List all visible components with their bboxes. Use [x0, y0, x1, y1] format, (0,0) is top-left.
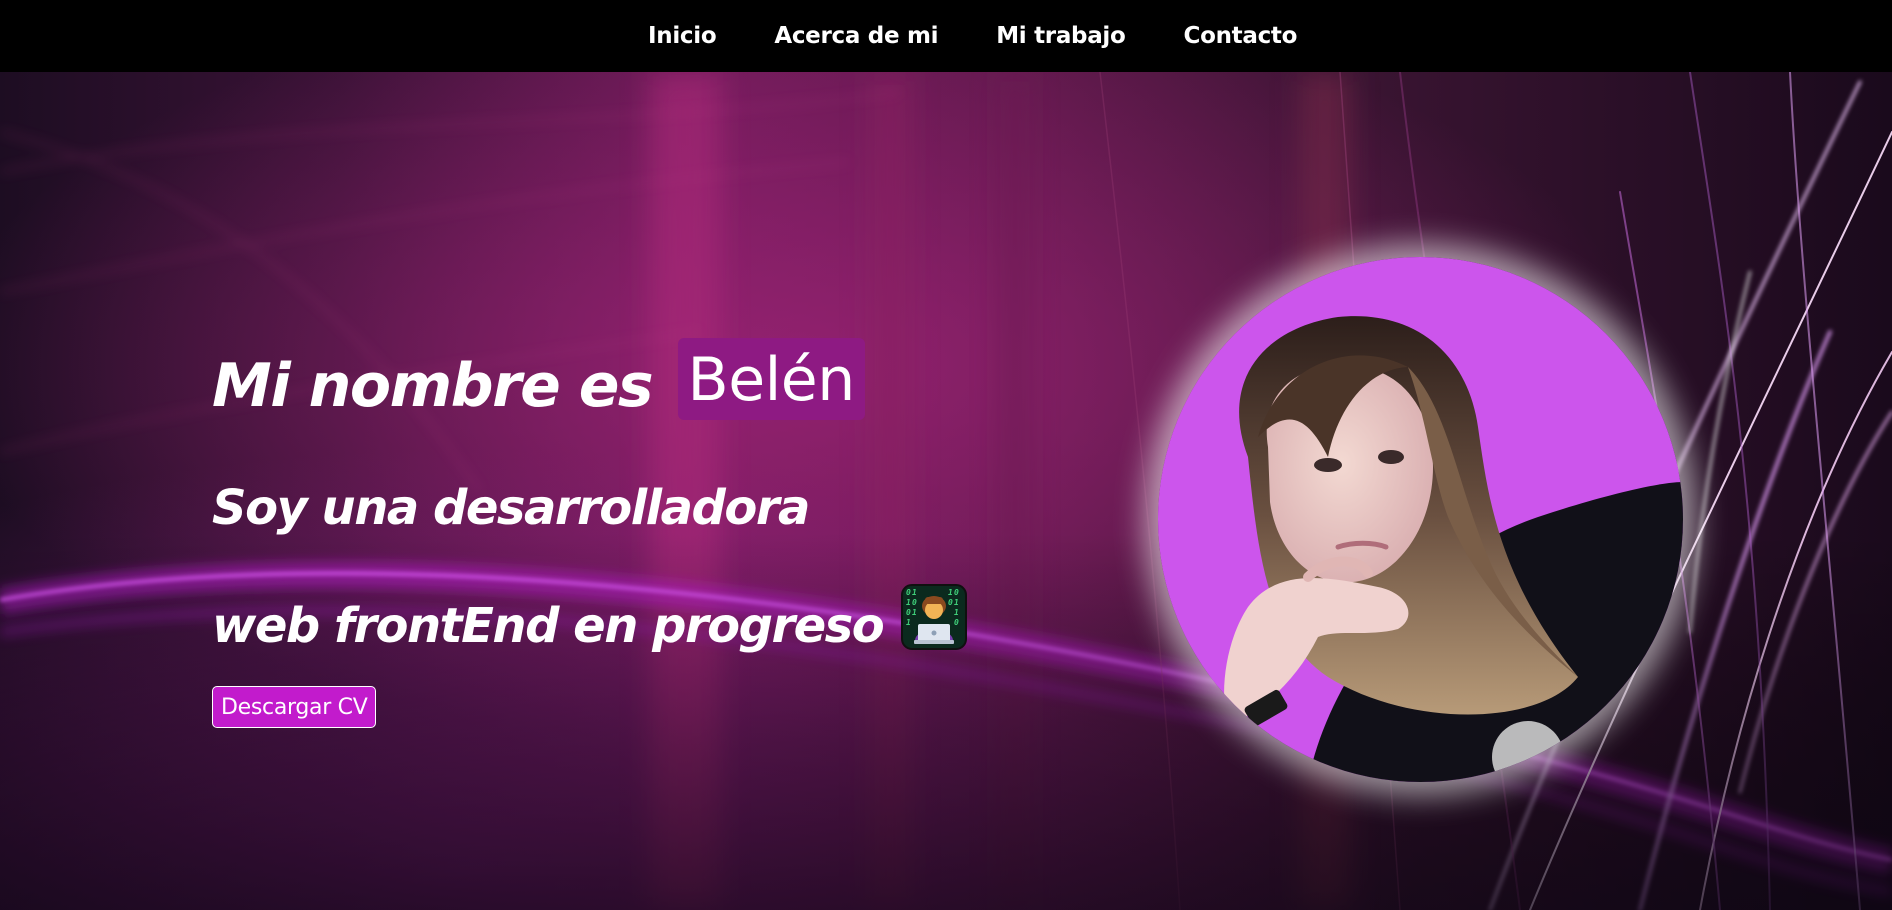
hero-subtitle-line2: web frontEnd en progreso — [212, 598, 885, 654]
nav-link-acerca[interactable]: Acerca de mi — [774, 23, 938, 49]
nav-list: Inicio Acerca de mi Mi trabajo Contacto — [648, 0, 1297, 72]
profile-photo — [1158, 257, 1683, 782]
hero-subtitle-line1: Soy una desarrolladora — [212, 480, 810, 536]
hero-subtitle-line2-wrap: web frontEnd en progreso 0110 1001 011 1… — [212, 584, 968, 650]
download-cv-button[interactable]: Descargar CV — [212, 686, 377, 728]
hero-title-prefix: Mi nombre es — [212, 351, 654, 421]
profile-avatar — [1158, 257, 1683, 782]
nav-link-trabajo[interactable]: Mi trabajo — [996, 23, 1126, 49]
top-navbar: Inicio Acerca de mi Mi trabajo Contacto — [0, 0, 1892, 72]
hero-title: Mi nombre es Belén — [212, 338, 865, 426]
nav-link-inicio[interactable]: Inicio — [648, 23, 717, 49]
name-highlight: Belén — [677, 338, 865, 420]
technologist-icon: 0110 1001 011 10 — [901, 584, 968, 650]
nav-link-contacto[interactable]: Contacto — [1184, 23, 1298, 49]
portfolio-page: Inicio Acerca de mi Mi trabajo Contacto — [0, 0, 1892, 910]
hero-section: Mi nombre es Belén Soy una desarrollador… — [0, 72, 1892, 910]
